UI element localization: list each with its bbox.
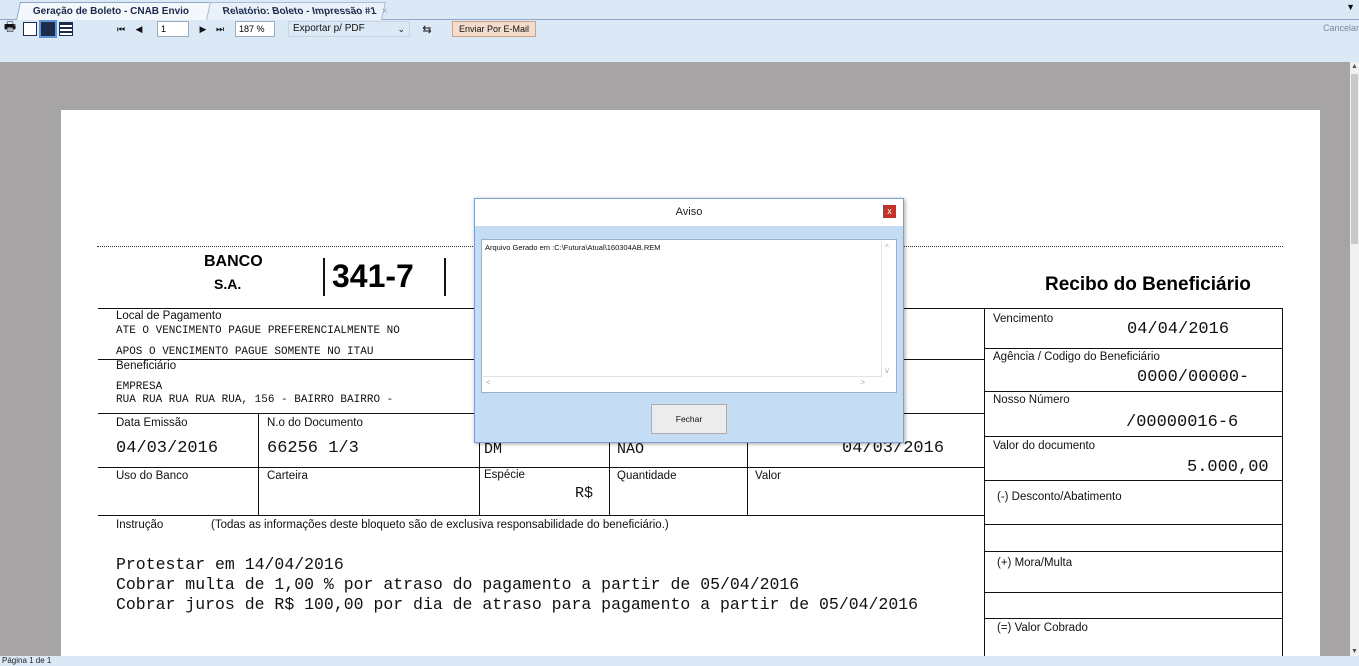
aviso-dialog: Aviso x Arquivo Gerado em :C:\Futura\Atu…	[474, 198, 904, 443]
vencimento-value: 04/04/2016	[1127, 320, 1230, 339]
row-line	[984, 618, 1282, 619]
scroll-up-icon[interactable]: ▲	[1351, 63, 1358, 70]
col-line	[984, 308, 985, 656]
desconto-label: (-) Desconto/Abatimento	[997, 491, 1122, 503]
bank-code: 341-7	[332, 258, 414, 294]
next-page-icon[interactable]: ▶	[196, 21, 210, 37]
instrucao-note: (Todas as informações deste bloqueto são…	[211, 519, 669, 531]
beneficiario-name: EMPRESA	[116, 381, 163, 393]
message-textarea[interactable]: Arquivo Gerado em :C:\Futura\Atual\16030…	[481, 239, 897, 393]
printer-icon[interactable]: 🖶	[2, 19, 18, 37]
receipt-title: Recibo do Beneficiário	[1045, 274, 1251, 295]
multi-page-icon[interactable]	[58, 21, 74, 37]
double-page-icon[interactable]	[39, 20, 57, 38]
row-line	[984, 524, 1282, 525]
valor-documento-value: 5.000,00	[1187, 458, 1269, 477]
data-emissao-value: 04/03/2016	[116, 439, 219, 458]
bank-code-divider-left	[323, 258, 325, 296]
nosso-numero-value: /00000016-6	[1126, 413, 1239, 432]
col-line	[258, 413, 259, 515]
first-page-icon[interactable]: ⏮	[114, 21, 128, 37]
beneficiario-address: RUA RUA RUA RUA RUA, 156 - BAIRRO BAIRRO…	[116, 394, 394, 406]
fechar-button[interactable]: Fechar	[651, 404, 727, 434]
report-toolbar: 🖶 ⏮ ◀ 1 ▶ ⏭ 187 % Exportar p/ PDF ⌄ ⇆ En…	[0, 19, 1359, 62]
tab-label: Relatório: Boleto - Impressão #1	[221, 6, 378, 17]
bank-code-divider-right	[444, 258, 446, 296]
last-page-icon[interactable]: ⏭	[213, 21, 227, 37]
dialog-title: Aviso	[475, 199, 903, 226]
instruction-line: Cobrar juros de R$ 100,00 por dia de atr…	[116, 595, 919, 614]
agencia-label: Agência / Codigo do Beneficiário	[993, 351, 1160, 363]
chevron-right-icon[interactable]: >	[860, 378, 865, 387]
chevron-up-icon[interactable]: ^	[885, 243, 889, 252]
tab-label: Geração de Boleto - CNAB Envio	[32, 6, 190, 17]
instruction-line: Cobrar multa de 1,00 % por atraso do pag…	[116, 575, 800, 594]
instrucao-label: Instrução	[116, 519, 164, 531]
row-line	[98, 467, 984, 468]
row-line	[984, 551, 1282, 552]
local-pagamento-label: Local de Pagamento	[116, 310, 222, 322]
tab-relatorio-boleto[interactable]: Relatório: Boleto - Impressão #1 ×	[206, 2, 389, 20]
mora-label: (+) Mora/Multa	[997, 557, 1073, 569]
local-pagamento-line-2: APOS O VENCIMENTO PAGUE SOMENTE NO ITAU	[116, 346, 374, 358]
zoom-field[interactable]: 187 %	[235, 21, 275, 37]
vertical-scrollbar[interactable]: ▲ ▼	[1350, 62, 1359, 656]
bank-name-line-2: S.A.	[214, 276, 242, 292]
num-documento-label: N.o do Documento	[267, 417, 363, 429]
row-line	[984, 348, 1282, 349]
textarea-vertical-scrollbar[interactable]: ^ v	[881, 241, 895, 377]
chevron-down-icon[interactable]: v	[885, 366, 889, 375]
carteira-label: Carteira	[267, 470, 308, 482]
chevron-down-icon: ⌄	[397, 24, 405, 34]
single-page-icon[interactable]	[22, 21, 38, 37]
row-line	[984, 480, 1282, 481]
tab-geracao-boleto[interactable]: Geração de Boleto - CNAB Envio	[16, 2, 214, 20]
export-format-select[interactable]: Exportar p/ PDF ⌄	[288, 21, 410, 37]
textarea-horizontal-scrollbar[interactable]: < >	[483, 376, 881, 391]
tab-list-dropdown-icon[interactable]: ▼	[1346, 2, 1355, 12]
tab-bar: Geração de Boleto - CNAB Envio Relatório…	[0, 0, 1359, 20]
especie-value: R$	[575, 485, 594, 502]
num-documento-value: 66256 1/3	[267, 439, 359, 458]
export-icon[interactable]: ⇆	[418, 21, 436, 37]
scroll-down-icon[interactable]: ▼	[1351, 648, 1358, 655]
prev-page-icon[interactable]: ◀	[132, 21, 146, 37]
message-text: Arquivo Gerado em :C:\Futura\Atual\16030…	[485, 243, 661, 252]
row-line	[98, 515, 984, 516]
send-email-button[interactable]: Enviar Por E-Mail	[452, 21, 536, 37]
bank-name-line-1: BANCO	[204, 253, 263, 270]
especie-label: Espécie	[484, 469, 525, 481]
instruction-line: Protestar em 14/04/2016	[116, 555, 344, 574]
export-format-value: Exportar p/ PDF	[293, 23, 365, 34]
close-icon[interactable]: x	[883, 205, 896, 218]
row-line	[984, 391, 1282, 392]
local-pagamento-line-1: ATE O VENCIMENTO PAGUE PREFERENCIALMENTE…	[116, 325, 400, 337]
quantidade-label: Quantidade	[617, 470, 677, 482]
valor-documento-label: Valor do documento	[993, 440, 1096, 452]
chevron-left-icon[interactable]: <	[486, 378, 491, 387]
agencia-value: 0000/00000-	[1137, 368, 1250, 387]
vencimento-label: Vencimento	[993, 313, 1054, 325]
row-line	[984, 592, 1282, 593]
tab-close-icon[interactable]: ×	[381, 6, 389, 17]
cancel-button[interactable]: Cancelar	[1323, 23, 1359, 33]
scrollbar-thumb[interactable]	[1351, 74, 1358, 244]
aceite-value: NAO	[617, 441, 645, 458]
page-number-input[interactable]: 1	[157, 21, 189, 37]
valor-label: Valor	[755, 470, 781, 482]
col-line	[1282, 308, 1283, 656]
especie-doc-value: DM	[484, 441, 503, 458]
data-emissao-label: Data Emissão	[116, 417, 188, 429]
row-line	[984, 436, 1282, 437]
nosso-numero-label: Nosso Número	[993, 394, 1070, 406]
uso-banco-label: Uso do Banco	[116, 470, 189, 482]
valor-cobrado-label: (=) Valor Cobrado	[997, 622, 1088, 634]
status-bar: Página 1 de 1	[0, 656, 1359, 666]
beneficiario-label: Beneficiário	[116, 360, 177, 372]
